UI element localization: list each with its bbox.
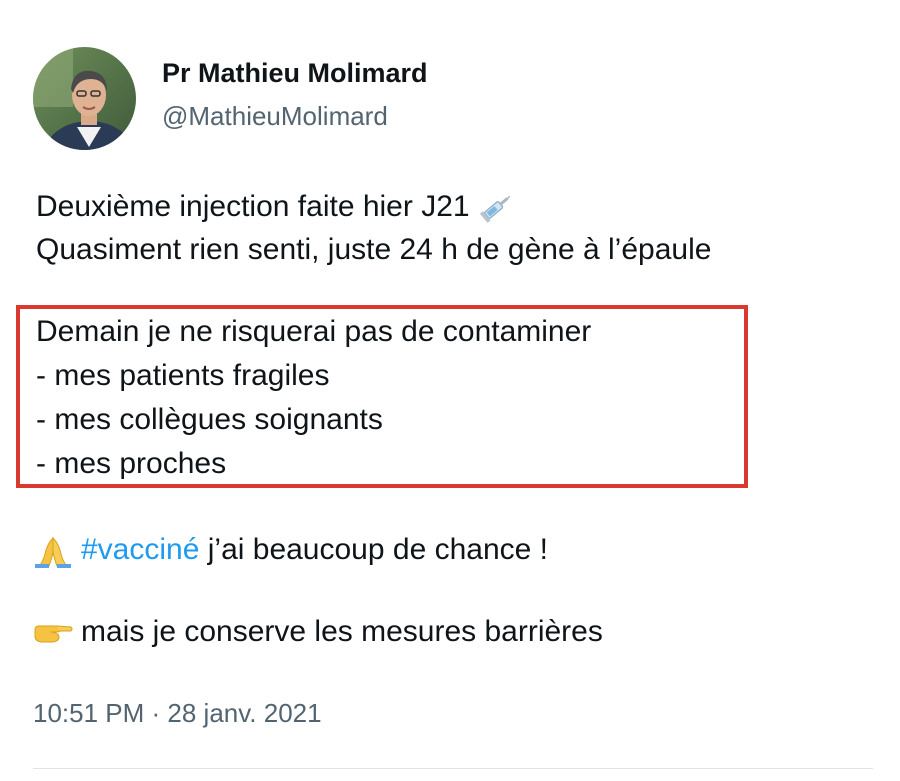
divider [33, 768, 873, 769]
tweet-text-line-3: j’ai beaucoup de chance ! [199, 533, 548, 566]
tweet-line-4: mais je conserve les mesures barrières [33, 614, 603, 650]
person-photo-icon [33, 47, 136, 150]
hashtag-link[interactable]: #vacciné [81, 533, 199, 566]
tweet-line-1: Deuxième injection faite hier J21 [36, 189, 514, 225]
tweet-card: Pr Mathieu Molimard @MathieuMolimard Deu… [0, 0, 900, 781]
tweet-text-line-2: Quasiment rien senti, juste 24 h de gène… [36, 233, 712, 266]
tweet-text-line-4: mais je conserve les mesures barrières [81, 615, 603, 648]
timestamp[interactable]: 10:51 PM · 28 janv. 2021 [33, 698, 322, 729]
highlighted-line: - mes proches [36, 447, 227, 480]
tweet-text-line-1: Deuxième injection faite hier J21 [36, 190, 470, 223]
highlighted-line: Demain je ne risquerai pas de contaminer [36, 315, 592, 348]
tweet-line-3: #vacciné j’ai beaucoup de chance ! [33, 532, 548, 569]
author-handle[interactable]: @MathieuMolimard [162, 101, 388, 132]
author-display-name[interactable]: Pr Mathieu Molimard [162, 58, 428, 89]
highlighted-line: - mes patients fragiles [36, 359, 330, 392]
folded-hands-icon [35, 536, 71, 569]
avatar[interactable] [33, 47, 136, 150]
pointing-hand-icon [34, 625, 73, 643]
highlighted-line: - mes collègues soignants [36, 403, 383, 436]
syringe-icon [479, 196, 510, 223]
